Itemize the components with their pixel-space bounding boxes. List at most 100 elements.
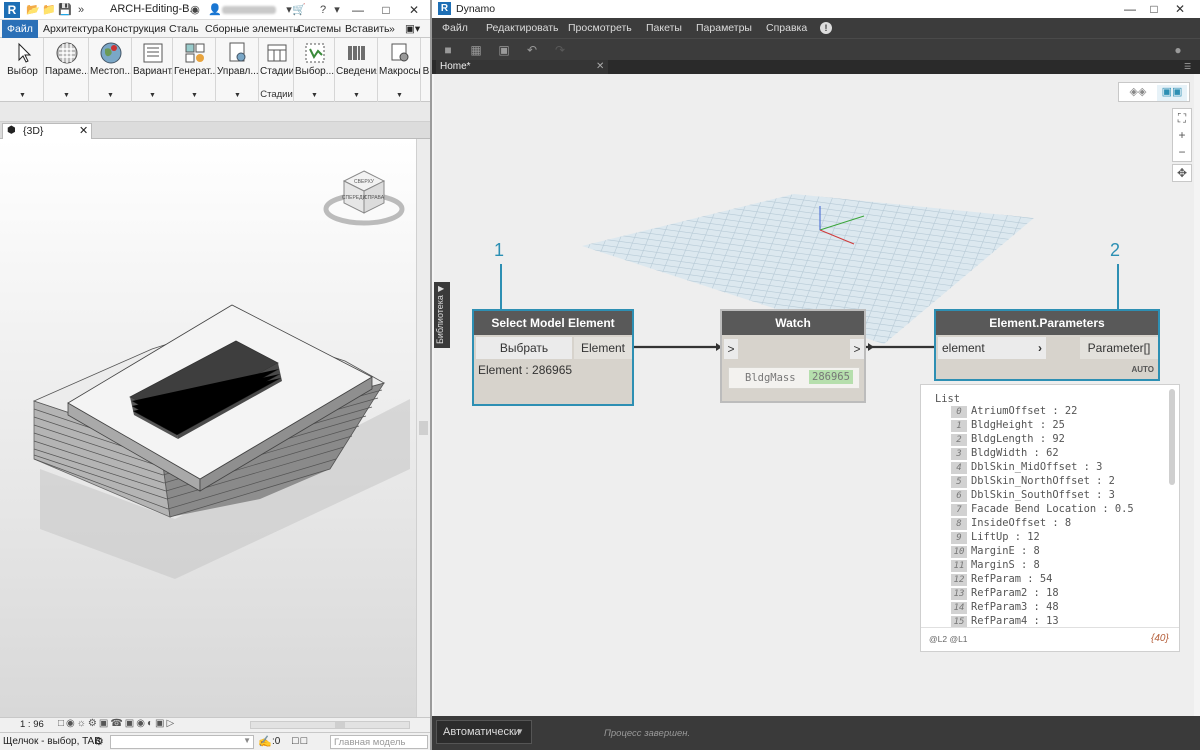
close-icon[interactable]: ✕ [406, 2, 422, 18]
redo-icon[interactable]: ↷ [552, 42, 568, 58]
chevron-down-icon[interactable]: ▾ [330, 3, 344, 17]
chevron-down-icon[interactable]: ▼ [2, 92, 43, 99]
design-option-field[interactable]: Главная модель [330, 735, 428, 749]
ribbon-inquiry[interactable]: Сведения ▼ [336, 38, 378, 102]
close-icon[interactable]: ✕ [1172, 1, 1188, 17]
preview-bubble[interactable]: List 0 AtriumOffset : 22 1 BldgHeight : 25 2… [920, 384, 1180, 652]
scroll-thumb[interactable] [1169, 389, 1175, 485]
ribbon-parameters[interactable]: Параме... ▼ [45, 38, 89, 102]
input-port-element[interactable]: element › [938, 337, 1046, 359]
editable-icon[interactable]: ✍ [258, 735, 272, 748]
ribbon-design-options[interactable]: Вариант... ▼ [133, 38, 173, 102]
ribbon-phases[interactable]: Стадии Стадии [260, 38, 294, 102]
maximize-icon[interactable]: □ [378, 2, 394, 18]
binoculars-icon[interactable]: ◉ [188, 3, 202, 17]
worksharing-icon[interactable]: ⚙ [94, 735, 104, 748]
close-icon[interactable]: ✕ [79, 124, 88, 137]
node-watch[interactable]: Watch > > BldgMass 286965 [720, 309, 866, 403]
pan-icon[interactable]: ✥ [1173, 165, 1191, 181]
chevron-down-icon[interactable]: ▼ [45, 92, 88, 99]
globe-icon [100, 42, 121, 64]
ribbon-macros[interactable]: Макросы ▼ [379, 38, 421, 102]
status-tools-icons[interactable]: □□ [292, 735, 309, 747]
ribbon-manage[interactable]: Управл... ▼ [217, 38, 259, 102]
menu-file[interactable]: Файл [442, 18, 468, 38]
new-file-icon[interactable]: ■ [440, 42, 456, 58]
chevron-down-icon[interactable]: ▼ [217, 92, 258, 99]
tab-structure[interactable]: Конструкция [100, 20, 171, 38]
maximize-icon[interactable]: □ [1146, 1, 1162, 17]
ribbon-location[interactable]: Местоп... ▼ [90, 38, 132, 102]
minimize-icon[interactable]: — [1122, 1, 1138, 17]
output-port[interactable]: > [850, 339, 864, 359]
chevron-down-icon[interactable]: ▼ [516, 720, 530, 744]
zoom-out-icon[interactable]: − [1173, 144, 1191, 160]
node-element-parameters[interactable]: Element.Parameters element › Parameter[]… [934, 309, 1160, 381]
more-icon[interactable]: » [74, 3, 88, 17]
vertical-scrollbar[interactable] [416, 139, 430, 717]
chevron-down-icon[interactable]: ▼ [295, 92, 334, 99]
view-controls-icons[interactable]: □◉☼⚙▣☎▣◉◐▣▷ [58, 718, 176, 729]
user-icon[interactable]: 👤 [208, 3, 222, 16]
ribbon-generative[interactable]: Генерат... ▼ [174, 38, 216, 102]
3d-viewport[interactable]: СВЕРХУ СПЕРЕДИ СПРАВА [0, 139, 416, 717]
chevron-down-icon[interactable]: ▼ [90, 92, 131, 99]
tab-architecture[interactable]: Архитектура [38, 20, 109, 38]
view-scale[interactable]: 1 : 96 [20, 719, 44, 730]
ribbon-more[interactable]: В [422, 38, 430, 102]
watch-value: 286965 [809, 370, 853, 384]
menu-view[interactable]: Просмотреть [568, 18, 632, 38]
chevron-down-icon[interactable]: ▼ [336, 92, 377, 99]
view-tab-3d[interactable]: ⬢ {3D} ✕ [2, 123, 92, 139]
select-button[interactable]: Выбрать [476, 337, 572, 359]
more-tabs-icon[interactable]: » [384, 20, 400, 38]
open-icon[interactable]: ▦ [468, 42, 484, 58]
list-levels[interactable]: @L2 @L1 [929, 634, 968, 644]
undo-icon[interactable]: ↶ [524, 42, 540, 58]
input-port[interactable]: > [724, 339, 738, 359]
close-icon[interactable]: ✕ [596, 60, 604, 74]
ribbon-selection[interactable]: Выбор... ▼ [295, 38, 335, 102]
background-preview-icon[interactable]: ◈◈ [1123, 85, 1153, 101]
view-toggle: ◈◈ ▣▣ [1118, 82, 1190, 102]
chevron-down-icon[interactable]: ▼ [174, 92, 215, 99]
workset-field[interactable]: ▼ [110, 735, 254, 749]
save-icon[interactable]: ▣ [496, 42, 512, 58]
output-port-element[interactable]: Element [574, 337, 632, 359]
minimize-icon[interactable]: — [350, 2, 366, 18]
output-port-parameters[interactable]: Parameter[] [1080, 337, 1158, 359]
tab-file[interactable]: Файл [2, 20, 38, 38]
menu-packages[interactable]: Пакеты [646, 18, 682, 38]
notification-icon[interactable]: ! [820, 22, 832, 34]
chevron-down-icon[interactable]: ▼ [379, 92, 420, 99]
tab-home[interactable]: Home* [436, 60, 608, 74]
tab-systems[interactable]: Системы [292, 20, 346, 38]
menu-help[interactable]: Справка [766, 18, 807, 38]
chevron-down-icon[interactable]: ▼ [133, 92, 172, 99]
camera-icon[interactable]: ● [1170, 42, 1186, 58]
workspace-canvas[interactable]: Библиотека ▶ ◈◈ ▣▣ ⛶ + − ✥ 1 2 Select Mo… [434, 74, 1194, 716]
tab-list-icon[interactable]: ☰ [1184, 62, 1191, 71]
chevron-down-icon[interactable]: ▼ [243, 736, 251, 745]
scroll-thumb[interactable] [335, 722, 345, 728]
ribbon-select[interactable]: Выбор ▼ [2, 38, 44, 102]
menu-edit[interactable]: Редактировать [486, 18, 559, 38]
zoom-in-icon[interactable]: + [1173, 127, 1191, 143]
tab-precast[interactable]: Сборные элементы [200, 20, 306, 38]
graph-view-icon[interactable]: ▣▣ [1157, 85, 1187, 101]
tab-steel[interactable]: Сталь [164, 20, 204, 38]
node-select-model-element[interactable]: Select Model Element Выбрать Element Ele… [472, 309, 634, 406]
help-icon[interactable]: ? [316, 3, 330, 17]
ribbon-options-icon[interactable]: ▣▾ [400, 20, 425, 38]
user-name-blurred[interactable] [222, 6, 276, 14]
library-tab[interactable]: Библиотека ▶ [434, 282, 450, 348]
save-icon[interactable]: 💾 [58, 3, 72, 17]
menu-settings[interactable]: Параметры [696, 18, 752, 38]
revit-logo-icon[interactable]: R [4, 2, 20, 18]
fit-view-icon[interactable]: ⛶ [1173, 110, 1191, 126]
cart-icon[interactable]: 🛒 [292, 3, 306, 17]
scroll-thumb[interactable] [419, 421, 428, 435]
open-file-icon[interactable]: 📁 [42, 3, 56, 17]
open-icon[interactable]: 📂 [26, 3, 40, 17]
horizontal-scrollbar[interactable] [250, 721, 410, 729]
